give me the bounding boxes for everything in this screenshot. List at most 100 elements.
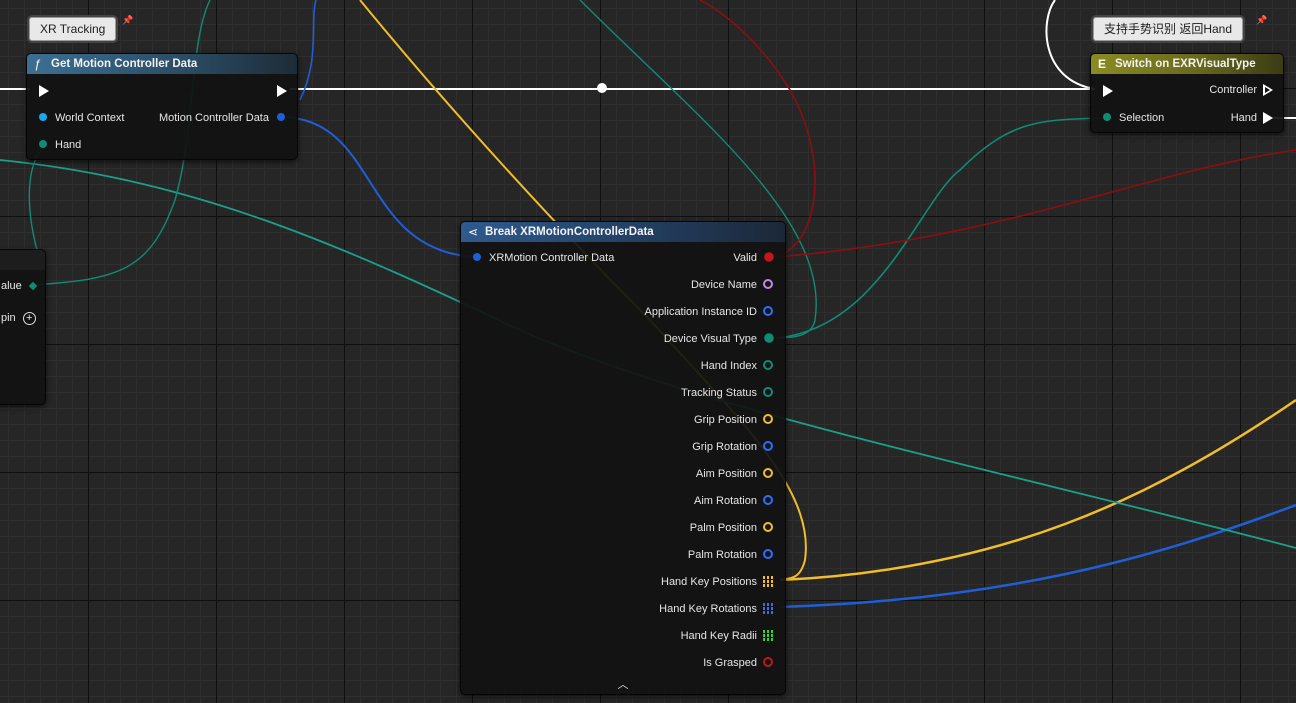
input-row-world-context[interactable]: World Context [39,109,125,127]
enum-wire-visual-type[interactable] [774,117,1101,339]
output-pin[interactable] [763,657,773,667]
world-context-pin[interactable] [39,113,47,121]
node-header[interactable]: ƒ Get Motion Controller Data [27,54,297,74]
function-icon: ƒ [34,57,41,71]
output-row[interactable]: Application Instance ID [644,303,773,321]
pin-label: Aim Position [695,468,757,480]
pin-label: World Context [55,112,125,124]
node-header[interactable]: E Switch on EXRVisualType [1091,54,1283,74]
input-row-selection[interactable]: Selection [1103,109,1164,127]
pin-label: Application Instance ID [644,306,757,318]
vector-wire-hand-key-positions[interactable] [779,398,1296,582]
node-partial-left[interactable]: alue pin + [0,249,46,405]
pin-label: Hand Key Radii [680,630,757,642]
pin-label: Device Name [690,279,757,291]
output-row[interactable]: Tracking Status [681,384,773,402]
comment-text: 支持手势识别 返回Hand [1104,22,1233,36]
output-row[interactable]: Valid [733,249,774,267]
comment-xr-tracking[interactable]: XR Tracking [29,17,117,41]
selection-pin[interactable] [1103,113,1111,121]
hand-pin[interactable] [39,140,47,148]
node-header[interactable] [0,250,45,270]
row-add-pin[interactable]: pin + [1,309,36,327]
output-pin[interactable] [763,414,773,424]
output-pin[interactable] [763,441,773,451]
node-title: Break XRMotionControllerData [485,226,654,238]
pin-label: Hand Key Rotations [659,603,757,615]
output-pin[interactable] [763,306,773,316]
array-pin[interactable] [763,576,773,587]
pin-label: Grip Position [694,414,757,426]
output-row-hand[interactable]: Hand [1231,109,1273,127]
output-row[interactable]: Aim Rotation [694,492,773,510]
output-row[interactable]: Palm Rotation [688,546,773,564]
exec-out-pin[interactable] [277,85,287,97]
output-row[interactable]: Device Name [691,276,773,294]
input-row-xrmotion-controller-data[interactable]: XRMotion Controller Data [473,249,614,267]
output-pin[interactable] [763,549,773,559]
add-pin-icon[interactable]: + [22,312,36,325]
array-pin[interactable] [763,630,773,641]
output-row[interactable]: Hand Index [701,357,773,375]
pin-label: Palm Position [689,522,757,534]
output-pin[interactable] [763,387,773,397]
input-row-hand[interactable]: Hand [39,136,81,154]
array-pin[interactable] [763,603,773,614]
connected-pin[interactable] [764,333,774,343]
enum-switch-icon: E [1098,57,1107,71]
value-pin[interactable] [28,281,38,291]
output-row-controller[interactable]: Controller [1209,81,1273,99]
exec-out-row[interactable] [267,82,287,100]
output-pin[interactable] [763,522,773,532]
node-title: Get Motion Controller Data [51,58,198,70]
output-row[interactable]: Hand Key Rotations [659,600,773,618]
exec-wire-loop[interactable] [1045,0,1096,90]
output-row[interactable]: Hand Key Radii [681,627,773,645]
wire-reroute-knot[interactable] [597,83,607,93]
output-row-motion-controller-data[interactable]: Motion Controller Data [159,109,285,127]
output-pin[interactable] [763,360,773,370]
collapse-arrow-icon[interactable]: ︿ [618,676,629,692]
output-row[interactable]: Hand Key Positions [661,573,773,591]
controller-exec-pin[interactable] [1263,84,1273,96]
break-struct-icon: ⋖ [468,225,479,239]
output-row[interactable]: Aim Position [696,465,773,483]
struct-wire-hand-key-rotations[interactable] [779,503,1296,609]
output-row[interactable]: Is Grasped [703,654,773,672]
node-get-motion-controller-data[interactable]: ƒ Get Motion Controller Data World Conte… [26,53,298,160]
output-pin[interactable] [763,468,773,478]
output-row[interactable]: Grip Position [694,411,773,429]
pin-label: Hand Key Positions [661,576,757,588]
node-title: Switch on EXRVisualType [1115,58,1256,70]
pin-label: XRMotion Controller Data [489,252,615,264]
pin-label: Device Visual Type [663,333,757,345]
enum-wire-hand[interactable] [28,144,46,261]
pin-icon[interactable]: 📌 [122,15,133,26]
output-row[interactable]: Grip Rotation [692,438,773,456]
comment-text: XR Tracking [40,22,106,36]
struct-wire-motion-controller-data[interactable] [282,116,476,258]
comment-hand-recognition[interactable]: 支持手势识别 返回Hand [1093,17,1244,41]
connected-pin[interactable] [764,252,774,262]
node-break-xr-motion-controller-data[interactable]: ⋖ Break XRMotionControllerData XRMotion … [460,221,786,695]
bool-wire-valid-right[interactable] [774,149,1296,258]
node-switch-on-exrvisualtype[interactable]: E Switch on EXRVisualType Controller Sel… [1090,53,1284,133]
output-row[interactable]: Device Visual Type [663,330,774,348]
pin-label: Aim Rotation [694,495,757,507]
node-header[interactable]: ⋖ Break XRMotionControllerData [461,222,785,242]
bool-wire-valid[interactable] [699,0,816,258]
pin-label: Selection [1119,112,1165,124]
pin-icon[interactable]: 📌 [1256,15,1267,26]
exec-in-pin[interactable] [39,85,49,97]
motion-controller-data-pin[interactable] [277,113,285,121]
pin-label: Tracking Status [680,387,757,399]
output-row[interactable]: Palm Position [690,519,773,537]
output-pin[interactable] [763,495,773,505]
row-value[interactable]: alue [1,277,38,295]
exec-in-pin[interactable] [1103,85,1113,97]
output-pin[interactable] [763,279,773,289]
hand-exec-pin[interactable] [1263,112,1273,124]
pin-label: alue [1,280,22,292]
struct-wire-upper[interactable] [299,0,317,101]
struct-input-pin[interactable] [473,253,481,261]
